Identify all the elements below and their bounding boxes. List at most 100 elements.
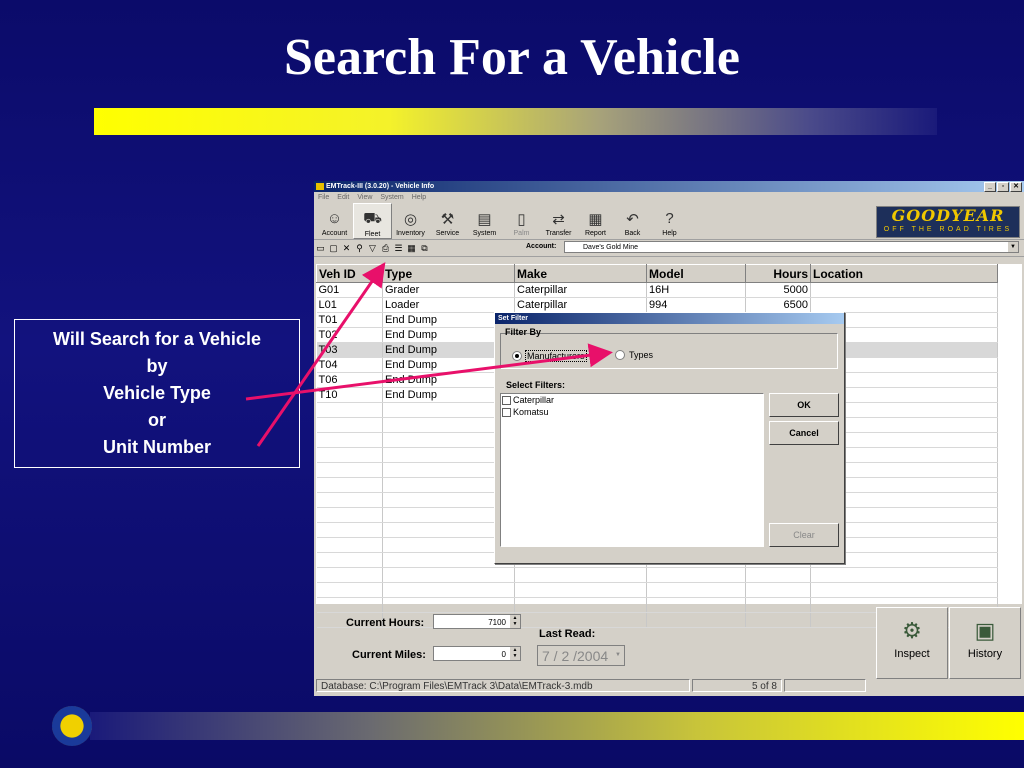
new-record-icon[interactable]: ▢	[327, 242, 340, 254]
sort-ascending-icon: ▲	[373, 270, 381, 280]
close-icon[interactable]: ✕	[1010, 182, 1022, 192]
filter-item-caterpillar[interactable]: Caterpillar	[501, 394, 763, 406]
system-icon: ▤	[477, 210, 492, 228]
menu-view[interactable]: View	[357, 192, 372, 203]
help-icon: ?	[665, 210, 674, 227]
select-filters-label: Select Filters:	[506, 380, 566, 390]
toolbar-report-button[interactable]: ▦ Report	[577, 203, 614, 238]
menu-help[interactable]: Help	[412, 192, 426, 203]
palm-icon: ▯	[517, 210, 526, 228]
status-empty-panel	[784, 679, 866, 692]
callout-line-3: Vehicle Type	[103, 383, 211, 403]
toolbar-transfer-button[interactable]: ⇄ Transfer	[540, 203, 577, 238]
goodyear-logo: GOODYEAR OFF THE ROAD TIRES	[876, 206, 1020, 238]
history-button[interactable]: ▣ History	[949, 607, 1021, 679]
filter-item-komatsu[interactable]: Komatsu	[501, 406, 763, 418]
service-icon: ⚒	[440, 210, 455, 228]
column-header-make[interactable]: Make	[514, 264, 647, 283]
menu-file[interactable]: File	[318, 192, 329, 203]
goodyear-seal-icon	[52, 706, 92, 746]
column-header-veh-id[interactable]: Veh ID ▲	[316, 264, 383, 283]
menu-bar: File Edit View System Help	[314, 192, 1024, 203]
toolbar-help-button[interactable]: ? Help	[651, 203, 688, 237]
callout-line-1: Will Search for a Vehicle	[53, 329, 261, 349]
table-row[interactable]: L01 Loader Caterpillar 994 6500	[316, 297, 998, 313]
clear-button[interactable]: Clear	[769, 523, 839, 547]
account-icon: ☺	[326, 210, 343, 227]
empty-row	[316, 567, 998, 583]
cancel-button[interactable]: Cancel	[769, 421, 839, 445]
filter-icon[interactable]: ▽	[366, 242, 379, 254]
print-icon[interactable]: ⎙	[379, 242, 392, 254]
vehicle-detail-panel: Current Hours: 7100 ▲ ▼ Current Miles: 0 …	[316, 607, 1022, 689]
status-bar: Database: C:\Program Files\EMTrack 3\Dat…	[316, 679, 1022, 693]
toolbar-system-button[interactable]: ▤ System	[466, 203, 503, 238]
types-radio[interactable]: Types	[615, 350, 654, 360]
callout-line-4: or	[148, 410, 166, 430]
column-header-model[interactable]: Model	[646, 264, 746, 283]
delete-icon[interactable]: ✕	[340, 242, 353, 254]
restore-icon[interactable]: ▫	[997, 182, 1009, 192]
status-record-count: 5 of 8	[692, 679, 782, 692]
toolbar-service-button[interactable]: ⚒ Service	[429, 203, 466, 238]
current-miles-input[interactable]: 0 ▲ ▼	[433, 646, 521, 661]
history-icon: ▣	[974, 618, 996, 643]
toolbar-inventory-button[interactable]: ◎ Inventory	[392, 203, 429, 238]
spinner-icon[interactable]: ▲ ▼	[510, 647, 520, 660]
report-icon: ▦	[588, 210, 603, 228]
spinner-icon[interactable]: ▲ ▼	[510, 615, 520, 628]
last-read-label: Last Read:	[539, 628, 596, 640]
checkbox-icon[interactable]	[502, 395, 511, 405]
ok-button[interactable]: OK	[769, 393, 839, 417]
list-view-icon[interactable]: ☰	[392, 242, 405, 254]
open-folder-icon[interactable]: ▭	[314, 242, 327, 254]
window-titlebar: EMTrack-III (3.0.20) - Vehicle Info _ ▫ …	[314, 181, 1024, 192]
set-filter-dialog: Set Filter Filter By Manufacturers Types…	[494, 312, 845, 564]
radio-selected-icon	[512, 351, 522, 361]
chevron-down-icon[interactable]: ▼	[613, 649, 623, 662]
minimize-icon[interactable]: _	[984, 182, 996, 192]
main-toolbar: ☺ Account ⛟ Fleet ◎ Inventory ⚒ Service ▤ Sys…	[314, 203, 1024, 240]
window-title: EMTrack-III (3.0.20) - Vehicle Info	[326, 183, 435, 190]
column-header-location[interactable]: Location	[810, 264, 998, 283]
callout-line-2: by	[146, 356, 168, 376]
search-binoculars-icon[interactable]: ⚲	[353, 242, 366, 254]
dialog-title: Set Filter	[495, 313, 844, 324]
slide-title: Search For a Vehicle	[284, 29, 740, 86]
account-select[interactable]: Dave's Gold Mine ▼	[564, 241, 1019, 253]
status-database-path: Database: C:\Program Files\EMTrack 3\Dat…	[316, 679, 690, 692]
inspect-button[interactable]: ⚙ Inspect	[876, 607, 948, 679]
table-row[interactable]: G01 Grader Caterpillar 16H 5000	[316, 282, 998, 298]
radio-empty-icon	[615, 350, 625, 360]
account-label: Account:	[526, 243, 557, 250]
inventory-icon: ◎	[403, 210, 418, 228]
current-hours-label: Current Hours:	[346, 617, 425, 629]
filter-by-label: Filter By	[505, 327, 542, 337]
toolbar-account-button[interactable]: ☺ Account	[316, 203, 353, 237]
transfer-icon: ⇄	[552, 210, 565, 228]
callout-line-5: Unit Number	[103, 437, 211, 457]
filter-list: Caterpillar Komatsu	[500, 393, 764, 547]
inspect-icon: ⚙	[902, 618, 922, 643]
menu-edit[interactable]: Edit	[337, 192, 349, 203]
column-header-type[interactable]: Type	[382, 264, 515, 283]
chevron-down-icon[interactable]: ▼	[1008, 242, 1018, 252]
last-read-date-picker[interactable]: 7 / 2 /2004 ▼	[537, 645, 625, 666]
toolbar-palm-button[interactable]: ▯ Palm	[503, 203, 540, 238]
current-hours-input[interactable]: 7100 ▲ ▼	[433, 614, 521, 629]
grid-view-icon[interactable]: ▦	[405, 242, 418, 254]
toolbar-back-button[interactable]: ↶ Back	[614, 203, 651, 238]
column-header-hours[interactable]: Hours	[745, 264, 811, 283]
account-value: Dave's Gold Mine	[583, 244, 639, 251]
empty-row	[316, 582, 998, 598]
brand-tagline: OFF THE ROAD TIRES	[883, 226, 1013, 233]
back-icon: ↶	[626, 210, 639, 228]
manufacturers-radio[interactable]: Manufacturers	[512, 350, 587, 362]
checkbox-icon[interactable]	[502, 407, 511, 417]
title-underline-bar	[94, 108, 937, 135]
menu-system[interactable]: System	[380, 192, 403, 203]
fleet-icon: ⛟	[363, 210, 382, 227]
footer-bar	[90, 712, 1024, 740]
toolbar-fleet-button[interactable]: ⛟ Fleet	[353, 203, 392, 239]
copy-icon[interactable]: ⧉	[418, 242, 431, 254]
